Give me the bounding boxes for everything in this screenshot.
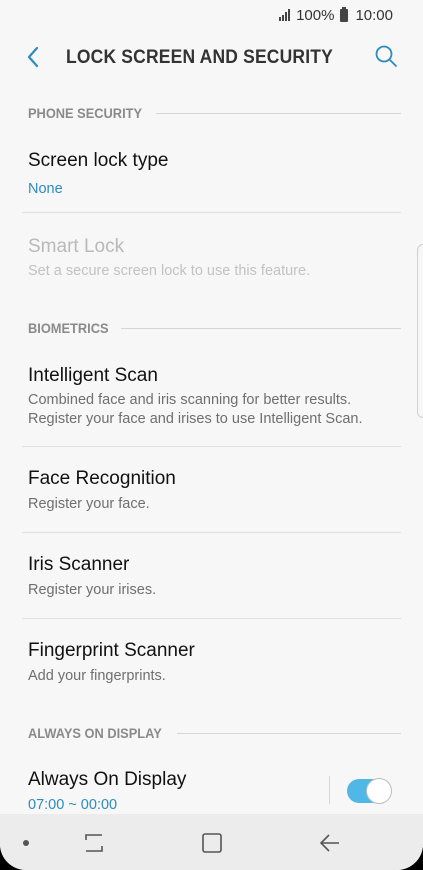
- phone-screen: 100% 10:00 LOCK SCREEN AND SECURITY PHON…: [0, 0, 423, 870]
- item-subtitle-line2: Register your face and irises to use Int…: [28, 411, 363, 427]
- back-button[interactable]: [20, 44, 46, 70]
- battery-percentage: 100%: [296, 6, 335, 24]
- intelligent-scan-item[interactable]: Intelligent Scan Combined face and iris …: [0, 350, 423, 442]
- back-arrow-icon: [27, 46, 39, 68]
- search-icon: [375, 45, 397, 67]
- divider: [22, 212, 401, 213]
- search-button[interactable]: [373, 43, 399, 69]
- recents-icon: [85, 834, 103, 852]
- clock: 10:00: [355, 6, 393, 24]
- section-label: PHONE SECURITY: [28, 105, 143, 121]
- scroll-handle[interactable]: [417, 244, 423, 418]
- toggle-separator: [329, 776, 330, 804]
- toggle-knob: [366, 778, 392, 804]
- section-header-phone-security: PHONE SECURITY: [28, 103, 401, 123]
- item-title: Always On Display: [28, 769, 187, 790]
- iris-scanner-item[interactable]: Iris Scanner Register your irises.: [0, 532, 423, 618]
- item-subtitle: 07:00 ~ 00:00: [28, 797, 118, 813]
- section-label: ALWAYS ON DISPLAY: [28, 725, 162, 741]
- keyboard-toggle-dot[interactable]: [23, 840, 29, 846]
- item-subtitle: Register your irises.: [28, 582, 157, 598]
- item-subtitle: Add your fingerprints.: [28, 668, 166, 684]
- item-title: Smart Lock: [28, 236, 125, 257]
- recents-button[interactable]: [80, 830, 108, 856]
- home-icon: [202, 833, 222, 853]
- smart-lock-item: Smart Lock Set a secure screen lock to u…: [0, 220, 423, 296]
- signal-icon: [279, 9, 291, 21]
- item-title: Face Recognition: [28, 468, 176, 489]
- section-header-always-on-display: ALWAYS ON DISPLAY: [28, 723, 401, 743]
- item-subtitle: Set a secure screen lock to use this fea…: [28, 263, 311, 279]
- status-bar: 100% 10:00: [0, 0, 423, 30]
- item-subtitle-line1: Combined face and iris scanning for bett…: [28, 392, 352, 408]
- item-title: Screen lock type: [28, 150, 169, 171]
- battery-icon: [340, 6, 349, 22]
- face-recognition-item[interactable]: Face Recognition Register your face.: [0, 446, 423, 532]
- section-label: BIOMETRICS: [28, 320, 109, 336]
- always-on-display-toggle[interactable]: [347, 778, 392, 804]
- page-title: LOCK SCREEN AND SECURITY: [66, 47, 333, 68]
- back-nav-icon: [319, 834, 339, 852]
- navigation-bar: [0, 814, 423, 870]
- fingerprint-scanner-item[interactable]: Fingerprint Scanner Add your fingerprint…: [0, 618, 423, 704]
- item-title: Intelligent Scan: [28, 365, 158, 386]
- always-on-display-item[interactable]: Always On Display 07:00 ~ 00:00: [0, 754, 423, 818]
- section-header-biometrics: BIOMETRICS: [28, 318, 401, 338]
- home-button[interactable]: [198, 830, 226, 856]
- item-title: Fingerprint Scanner: [28, 640, 195, 661]
- back-nav-button[interactable]: [316, 830, 344, 856]
- settings-list[interactable]: PHONE SECURITY Screen lock type None Sma…: [0, 94, 423, 814]
- item-subtitle: None: [28, 181, 63, 197]
- item-title: Iris Scanner: [28, 554, 130, 575]
- app-bar: LOCK SCREEN AND SECURITY: [0, 34, 423, 80]
- item-subtitle: Register your face.: [28, 496, 150, 512]
- screen-lock-type-item[interactable]: Screen lock type None: [0, 138, 423, 212]
